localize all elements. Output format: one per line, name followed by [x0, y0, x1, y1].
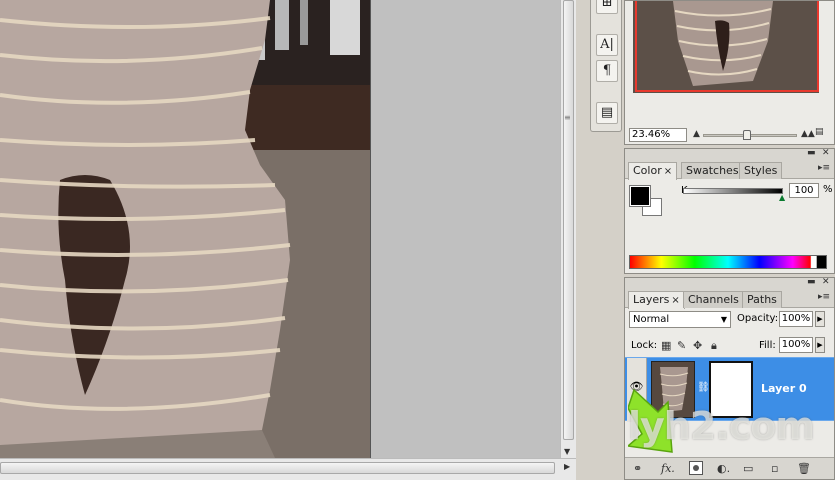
lock-label: Lock: [631, 340, 658, 351]
opacity-input[interactable]: 100% [779, 311, 813, 327]
lock-position-icon[interactable]: ✥ [693, 339, 702, 352]
layer-row[interactable]: 👁︎ ⛓︎ Layer 0 [625, 357, 834, 422]
close-icon[interactable]: × [671, 295, 679, 306]
foreground-color-swatch[interactable] [629, 185, 651, 207]
layer-mask-thumbnail[interactable] [709, 361, 753, 418]
link-layers-icon[interactable]: ⚭ [633, 462, 642, 475]
zoom-input[interactable]: 23.46% [629, 128, 687, 142]
zoom-out-icon[interactable]: ▲ [693, 129, 700, 139]
canvas-photo [0, 0, 370, 458]
layers-panel: ▬ ✕ Layers × Channels Paths ▸≡ Normal ▼ O… [624, 277, 835, 480]
grip-icon: ≡ [564, 113, 571, 122]
new-layer-icon[interactable]: ▫ [771, 462, 778, 475]
opacity-arrow-icon[interactable]: ▶ [815, 311, 825, 327]
slider-triangle-icon[interactable]: ▲ [779, 193, 785, 202]
docked-panel-strip: ⊞ A| ¶ ▤ [590, 0, 622, 132]
zoom-slider-thumb[interactable] [743, 130, 751, 140]
color-panel: ▬ ✕ Color× Swatches Styles ▸≡ K ▲ 100 % [624, 148, 835, 274]
trash-icon[interactable]: 🗑︎ [797, 462, 811, 475]
layer-thumbnail-image [652, 362, 694, 417]
layers-toolbar: ⚭ fx. ◐. ▭ ▫ 🗑︎ [625, 457, 834, 479]
panel-menu-icon[interactable]: ▸≡ [818, 163, 830, 173]
vertical-scroll-thumb[interactable] [563, 0, 574, 440]
color-panel-header: ▬ ✕ [625, 148, 834, 159]
blend-mode-select[interactable]: Normal ▼ [629, 311, 731, 328]
navigator-view-box[interactable] [635, 1, 819, 92]
horizontal-scroll-thumb[interactable] [0, 462, 555, 474]
close-icon[interactable]: × [664, 166, 672, 177]
paragraph-icon[interactable]: ¶ [596, 60, 618, 82]
fill-label: Fill: [759, 340, 776, 351]
link-icon[interactable]: ⛓︎ [697, 382, 710, 393]
minimize-icon[interactable]: ▬ [807, 148, 816, 158]
panel-grip-icon: ▤ [815, 127, 824, 137]
panel-menu-icon[interactable]: ▸≡ [818, 292, 830, 302]
k-value-input[interactable]: 100 [789, 183, 819, 198]
color-spectrum-ramp[interactable] [629, 255, 827, 269]
close-icon[interactable]: ✕ [822, 277, 830, 287]
minimize-icon[interactable]: ▬ [807, 277, 816, 287]
pasteboard [370, 0, 560, 458]
photoshop-workspace: ≡ ▼ ▶ ⊞ A| ¶ ▤ 23.46% ▲ ▲▲ ▤ ▬ ✕ Color ×… [0, 0, 835, 480]
lock-pixels-icon[interactable]: ✎ [677, 339, 686, 352]
layer-comps-icon[interactable]: ⊞ [596, 0, 618, 14]
k-unit-label: % [823, 184, 833, 195]
tab-channels[interactable]: Channels [683, 291, 744, 308]
fx-icon[interactable]: fx. [661, 462, 675, 475]
scroll-right-arrow-icon[interactable]: ▶ [564, 462, 570, 471]
fill-input[interactable]: 100% [779, 337, 813, 353]
tab-color[interactable]: Color × [628, 162, 678, 180]
character-icon[interactable]: A| [596, 34, 618, 56]
tab-layers[interactable]: Layers × [628, 291, 685, 309]
color-panel-tabs: Color × Swatches Styles ▸≡ [625, 159, 834, 180]
fill-arrow-icon[interactable]: ▶ [815, 337, 825, 353]
layer-name[interactable]: Layer 0 [761, 382, 807, 395]
eye-icon[interactable]: 👁︎ [627, 358, 647, 422]
chevron-down-icon: ▼ [720, 315, 727, 324]
tab-paths[interactable]: Paths [742, 291, 782, 308]
document-canvas[interactable] [0, 0, 370, 458]
scroll-down-arrow-icon[interactable]: ▼ [564, 447, 570, 456]
navigator-panel: 23.46% ▲ ▲▲ ▤ [624, 0, 835, 145]
add-layer-mask-button[interactable] [689, 461, 703, 475]
opacity-label: Opacity: [737, 313, 779, 324]
zoom-slider[interactable] [703, 130, 797, 140]
close-icon[interactable]: ✕ [822, 148, 830, 158]
k-channel-slider[interactable] [683, 188, 783, 194]
tab-label: Color [633, 164, 662, 177]
new-group-icon[interactable]: ▭ [743, 462, 753, 475]
lock-all-icon[interactable]: 🔒︎ [711, 339, 717, 353]
tab-label: Layers [633, 293, 670, 306]
lock-transparency-icon[interactable]: ▦ [661, 339, 671, 352]
zoom-in-icon[interactable]: ▲▲ [801, 129, 815, 139]
blend-mode-value: Normal [633, 314, 670, 325]
tab-swatches[interactable]: Swatches [681, 162, 744, 179]
layers-panel-tabs: Layers × Channels Paths ▸≡ [625, 288, 834, 309]
adjustment-layer-icon[interactable]: ◐. [717, 462, 730, 475]
horizontal-scrollbar[interactable]: ▶ [0, 458, 576, 480]
notes-icon[interactable]: ▤ [596, 102, 618, 124]
vertical-scrollbar[interactable]: ≡ ▼ [560, 0, 576, 458]
layer-thumbnail[interactable] [651, 361, 695, 418]
layers-panel-header: ▬ ✕ [625, 277, 834, 288]
tab-styles[interactable]: Styles [739, 162, 783, 179]
